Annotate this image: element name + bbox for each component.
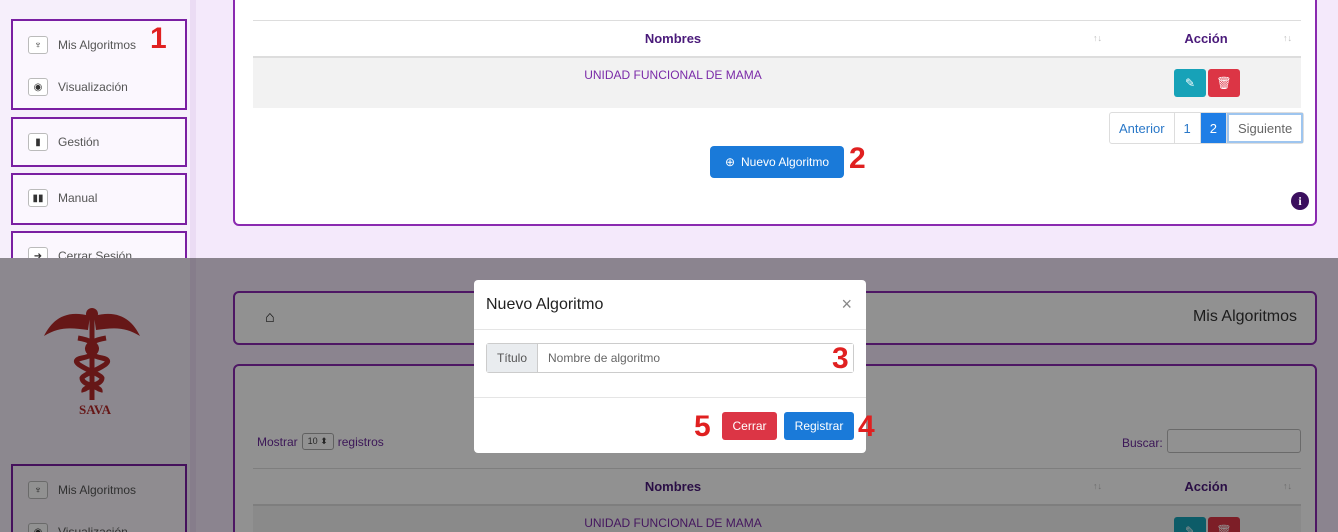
sidebar-item-label: Mis Algoritmos [58, 38, 137, 52]
annotation-number: 2 [849, 142, 866, 175]
delete-button[interactable]: 🗑 [1208, 69, 1240, 97]
pagination-page[interactable]: 1 [1175, 113, 1201, 143]
top-screenshot-panel: ♆ Mis Algoritmos ◉ Visualización 1 ▮ Ges… [0, 0, 1338, 258]
book-icon: ▮▮ [28, 189, 48, 207]
algorithms-card: Nombres ↑↓ Acción ↑↓ UNIDAD FUNCIONAL DE… [233, 0, 1317, 226]
pagination: Anterior 1 2 Siguiente [1109, 112, 1305, 144]
sidebar-item-label: Visualización [58, 80, 128, 94]
bottom-screenshot-panel: SAVA ♆ Mis Algoritmos ◉ Visualización ⌂ … [0, 258, 1338, 532]
sign-out-icon: ➜ [28, 247, 48, 258]
pagination-next[interactable]: Siguiente [1227, 113, 1304, 143]
title-field[interactable] [538, 344, 853, 372]
new-algorithm-modal: Nuevo Algoritmo × Título Cerrar Registra… [474, 280, 866, 453]
annotation-number: 4 [858, 410, 875, 443]
sidebar-item-mis-algoritmos[interactable]: ♆ Mis Algoritmos [28, 32, 136, 58]
annotation-number: 1 [150, 22, 167, 55]
table-row: UNIDAD FUNCIONAL DE MAMA ✎ 🗑 [253, 58, 1301, 108]
title-field-label: Título [487, 344, 538, 372]
title-input-group: Título [486, 343, 854, 373]
sidebar-item-label: Gestión [58, 135, 100, 149]
cancel-button[interactable]: Cerrar [722, 412, 777, 440]
table-header: Nombres ↑↓ Acción ↑↓ [253, 20, 1301, 58]
pagination-page-active[interactable]: 2 [1200, 113, 1227, 143]
header-accion[interactable]: Acción [1153, 21, 1259, 56]
edit-button[interactable]: ✎ [1174, 69, 1206, 97]
modal-title: Nuevo Algoritmo [486, 296, 604, 313]
sidebar: ♆ Mis Algoritmos ◉ Visualización 1 ▮ Ges… [0, 0, 196, 258]
cell-nombre: UNIDAD FUNCIONAL DE MAMA [584, 68, 762, 82]
edit-icon: ✎ [1184, 76, 1196, 90]
sidebar-item-label: Cerrar Sesión [58, 249, 133, 258]
sidebar-group-manual: ▮▮ Manual [11, 173, 187, 225]
new-algorithm-button[interactable]: ⊕ Nuevo Algoritmo [710, 146, 844, 178]
id-card-icon: ▮ [28, 133, 48, 151]
plus-circle-icon: ⊕ [724, 155, 735, 169]
sidebar-item-visualizacion[interactable]: ◉ Visualización [28, 74, 128, 100]
new-algorithm-label: Nuevo Algoritmo [741, 155, 830, 169]
sort-icon[interactable]: ↑↓ [1283, 33, 1292, 43]
close-icon[interactable]: × [841, 294, 852, 315]
eye-icon: ◉ [28, 78, 48, 96]
sidebar-item-gestion[interactable]: ▮ Gestión [28, 129, 99, 155]
modal-header: Nuevo Algoritmo × [474, 280, 866, 330]
pagination-prev[interactable]: Anterior [1110, 113, 1175, 143]
sidebar-item-manual[interactable]: ▮▮ Manual [28, 185, 97, 211]
header-nombres[interactable]: Nombres [253, 21, 1093, 56]
submit-button[interactable]: Registrar [784, 412, 854, 440]
sidebar-group-gestion: ▮ Gestión [11, 117, 187, 167]
stethoscope-icon: ♆ [28, 36, 48, 54]
trash-icon: 🗑 [1216, 76, 1232, 90]
annotation-number: 5 [694, 410, 711, 443]
sidebar-group-logout: ➜ Cerrar Sesión [11, 231, 187, 258]
annotation-number: 3 [832, 342, 849, 375]
info-icon[interactable]: i [1291, 192, 1309, 210]
modal-footer: Cerrar Registrar [474, 397, 866, 453]
sort-icon[interactable]: ↑↓ [1093, 33, 1102, 43]
sidebar-item-label: Manual [58, 191, 98, 205]
sidebar-item-cerrar-sesion[interactable]: ➜ Cerrar Sesión [28, 243, 132, 258]
